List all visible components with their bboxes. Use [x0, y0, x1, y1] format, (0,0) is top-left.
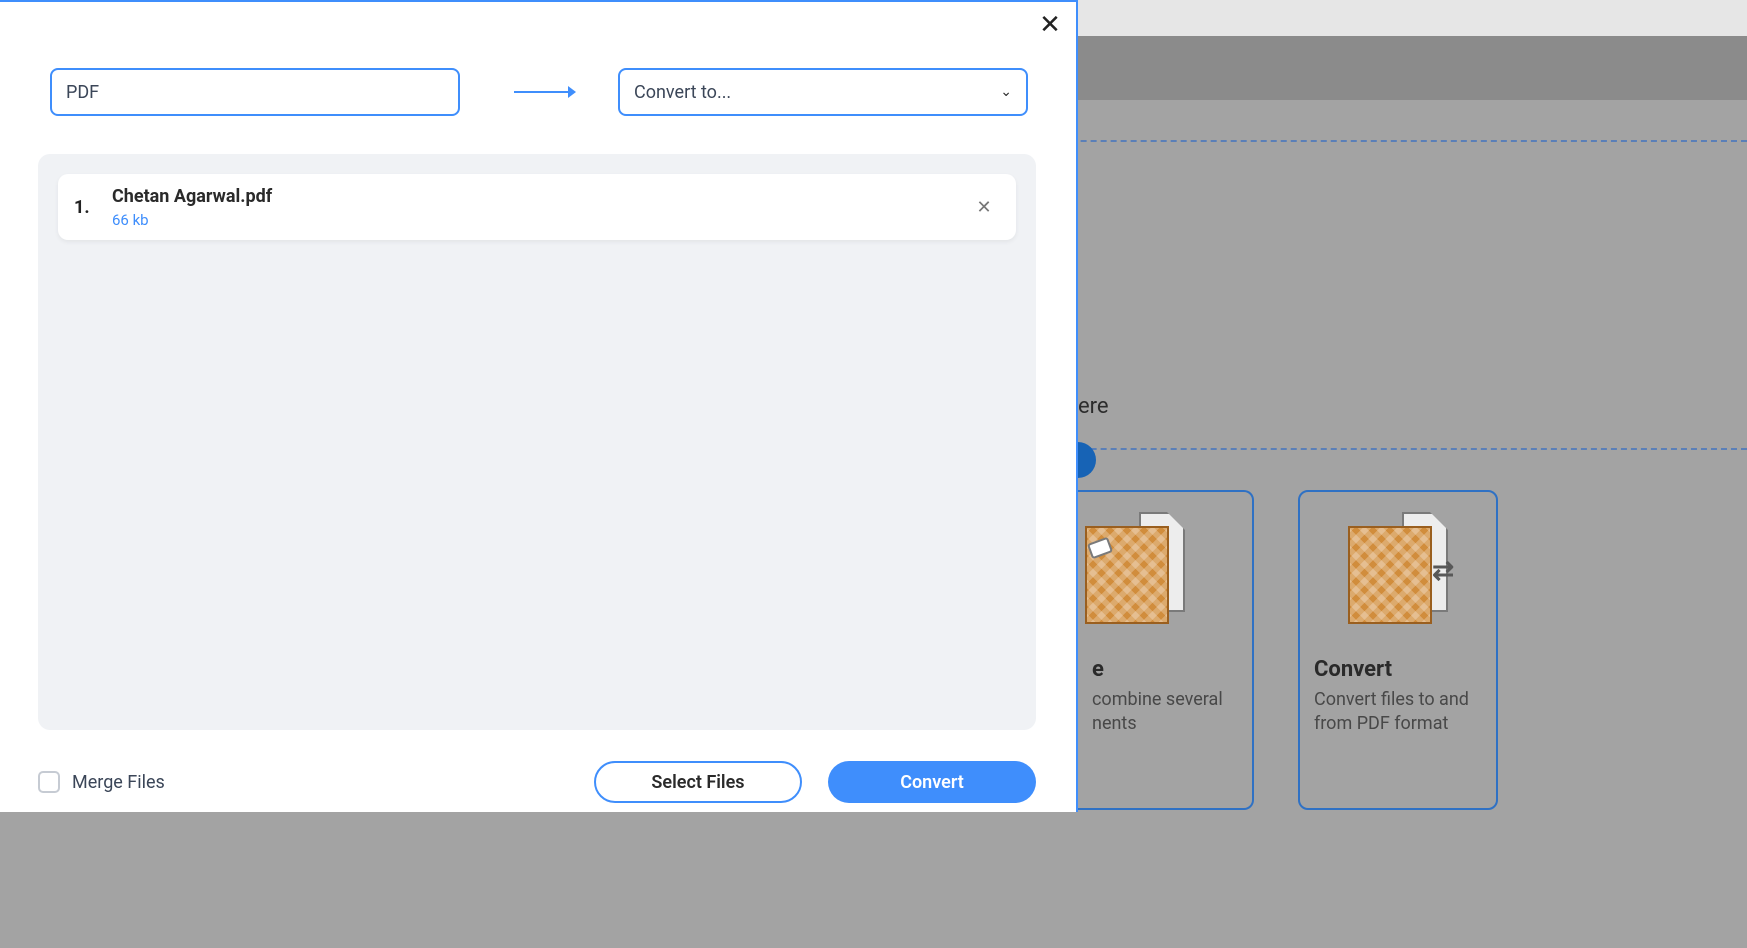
- bg-card-convert-desc: Convert files to and from PDF format: [1314, 688, 1469, 737]
- merge-files-option[interactable]: Merge Files: [38, 771, 165, 793]
- target-format-placeholder: Convert to...: [634, 82, 731, 103]
- bg-card-erase-desc: combine several nents: [1092, 688, 1223, 737]
- close-icon: ✕: [976, 197, 991, 218]
- merge-files-label: Merge Files: [72, 772, 165, 793]
- bg-card-erase[interactable]: e combine several nents: [1078, 490, 1254, 810]
- chevron-down-icon: ⌄: [1000, 84, 1012, 100]
- dialog-footer: Merge Files Select Files Convert: [0, 752, 1076, 812]
- bg-drop-button-fragment: [1078, 442, 1096, 478]
- close-button[interactable]: ✕: [1036, 10, 1064, 38]
- target-format-select[interactable]: Convert to... ⌄: [618, 68, 1028, 116]
- file-size: 66 kb: [112, 211, 956, 229]
- source-format-value: PDF: [66, 82, 99, 103]
- bg-drop-text-fragment: ere: [1078, 394, 1109, 419]
- merge-files-checkbox[interactable]: [38, 771, 60, 793]
- bg-card-convert-title: Convert: [1314, 657, 1392, 682]
- erase-icon: [1085, 512, 1185, 627]
- file-index: 1.: [74, 197, 96, 218]
- file-name: Chetan Agarwal.pdf: [112, 186, 956, 207]
- select-files-button[interactable]: Select Files: [594, 761, 802, 803]
- source-format-field[interactable]: PDF: [50, 68, 460, 116]
- convert-button[interactable]: Convert: [828, 761, 1036, 803]
- arrow-right-icon: [512, 82, 576, 102]
- bg-action-cards: e combine several nents ⇄ Convert Conver…: [1078, 490, 1747, 948]
- convert-icon: ⇄: [1348, 512, 1448, 627]
- file-list-area: 1. Chetan Agarwal.pdf 66 kb ✕: [38, 154, 1036, 730]
- bg-card-convert[interactable]: ⇄ Convert Convert files to and from PDF …: [1298, 490, 1498, 810]
- convert-dialog: ✕ PDF Convert to... ⌄ 1. Chetan Agarwal.…: [0, 0, 1078, 812]
- close-icon: ✕: [1039, 10, 1061, 40]
- bg-card-erase-title-fragment: e: [1092, 657, 1104, 682]
- file-row: 1. Chetan Agarwal.pdf 66 kb ✕: [58, 174, 1016, 240]
- remove-file-button[interactable]: ✕: [972, 195, 996, 219]
- file-meta: Chetan Agarwal.pdf 66 kb: [112, 186, 956, 229]
